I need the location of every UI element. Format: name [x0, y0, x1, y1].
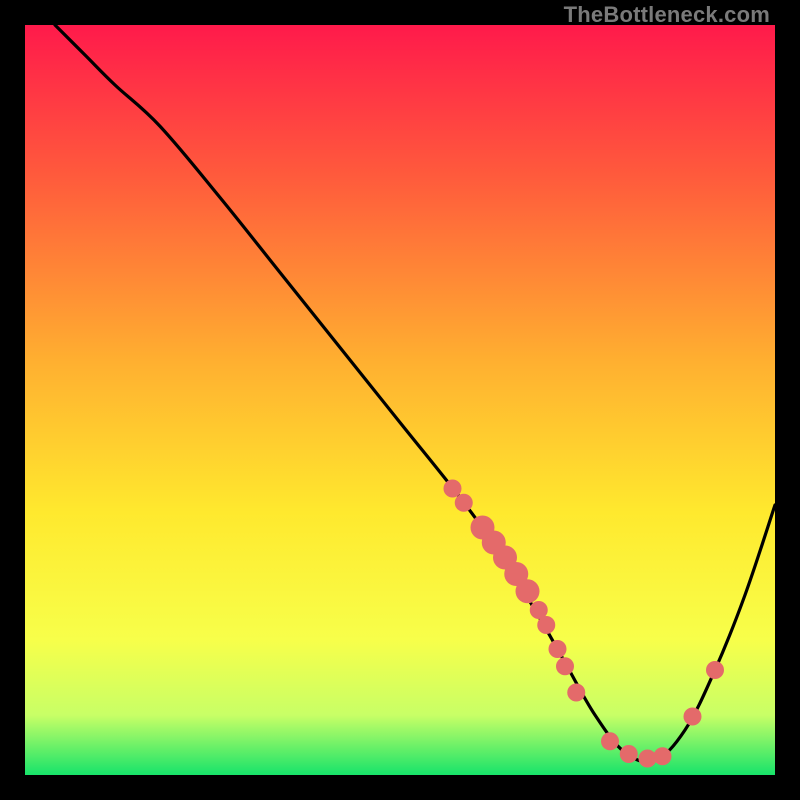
gradient-background — [25, 25, 775, 775]
marker-dot — [549, 640, 567, 658]
marker-dot — [706, 661, 724, 679]
marker-dot — [556, 657, 574, 675]
chart-plot-area — [25, 25, 775, 775]
marker-dot — [455, 494, 473, 512]
marker-dot — [654, 747, 672, 765]
chart-svg — [25, 25, 775, 775]
marker-dot — [537, 616, 555, 634]
marker-dot — [516, 579, 540, 603]
marker-dot — [620, 745, 638, 763]
watermark-text: TheBottleneck.com — [564, 2, 770, 28]
marker-dot — [567, 684, 585, 702]
marker-dot — [444, 480, 462, 498]
marker-dot — [684, 708, 702, 726]
marker-dot — [601, 732, 619, 750]
